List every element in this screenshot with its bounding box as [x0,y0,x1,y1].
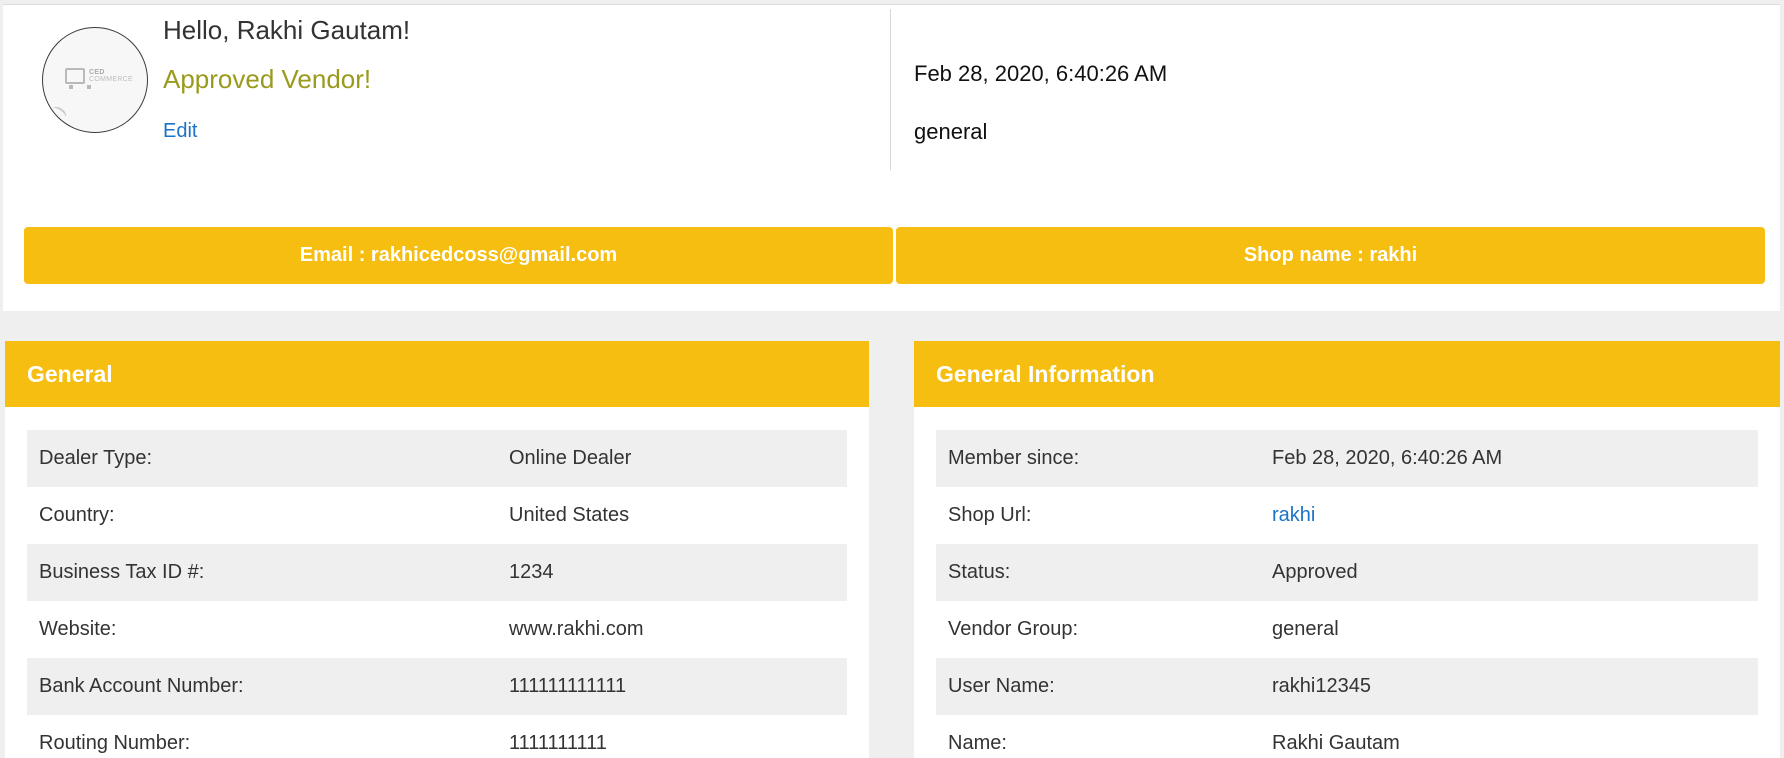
email-bar: Email : rakhicedcoss@gmail.com [24,227,893,284]
row-label: Website: [39,618,117,640]
row-value: Online Dealer [509,447,632,469]
avatar-logo-text: CED COMMERCE [89,69,133,83]
vendor-dashboard: CED COMMERCE Hello, Rakhi Gautam! Approv… [0,0,1784,758]
info-row-member-since: Member since: Feb 28, 2020, 6:40:26 AM [936,430,1758,487]
shop-name-bar: Shop name : rakhi [896,227,1765,284]
row-label: Routing Number: [39,732,191,754]
info-row-name: Name: Rakhi Gautam [936,715,1758,758]
general-row-website: Website: www.rakhi.com [27,601,847,658]
info-row-shop-url: Shop Url: rakhi [936,487,1758,544]
avatar-logo-bottom: COMMERCE [89,76,134,83]
row-label: Member since: [948,447,1080,469]
row-value: Rakhi Gautam [1272,732,1400,754]
shop-url-link[interactable]: rakhi [1272,504,1315,527]
greeting: Hello, Rakhi Gautam! [163,15,411,45]
row-value: www.rakhi.com [509,618,644,640]
row-label: Dealer Type: [39,447,153,469]
general-panel-title: General [5,341,869,407]
row-label: Shop Url: [948,504,1032,526]
profile-card: CED COMMERCE Hello, Rakhi Gautam! Approv… [3,4,1780,311]
general-row-bank-account: Bank Account Number: 111111111111 [27,658,847,715]
info-row-vendor-group: Vendor Group: general [936,601,1758,658]
row-label: Status: [948,561,1011,583]
row-value: United States [509,504,630,526]
row-label: Country: [39,504,115,526]
edit-profile-link[interactable]: Edit [163,120,197,143]
avatar-logo-top: CED [89,69,105,76]
avatar: CED COMMERCE [42,27,148,133]
row-value: rakhi12345 [1272,675,1371,697]
vendor-group: general [914,119,988,144]
row-value: general [1272,618,1339,640]
general-panel: General Dealer Type: Online Dealer Count… [5,341,869,758]
info-row-status: Status: Approved [936,544,1758,601]
vendor-status: Approved Vendor! [163,64,372,94]
info-row-user-name: User Name: rakhi12345 [936,658,1758,715]
general-row-tax-id: Business Tax ID #: 1234 [27,544,847,601]
row-label: Bank Account Number: [39,675,244,697]
general-panel-body: Dealer Type: Online Dealer Country: Unit… [5,407,869,758]
swoosh-icon [49,104,69,122]
row-label: Name: [948,732,1007,754]
general-information-body: Member since: Feb 28, 2020, 6:40:26 AM S… [914,407,1780,758]
row-label: Vendor Group: [948,618,1079,640]
vertical-divider [890,9,891,170]
row-value: 111111111111 [509,675,627,697]
row-value: Approved [1272,561,1358,583]
joined-date: Feb 28, 2020, 6:40:26 AM [914,61,1168,86]
row-label: User Name: [948,675,1055,697]
general-row-country: Country: United States [27,487,847,544]
general-information-panel: General Information Member since: Feb 28… [914,341,1780,758]
row-value: 1234 [509,561,554,583]
general-row-routing-number: Routing Number: 1111111111 [27,715,847,758]
row-label: Business Tax ID #: [39,561,205,583]
row-value: Feb 28, 2020, 6:40:26 AM [1272,447,1503,469]
row-value: 1111111111 [509,732,607,754]
cart-icon [65,68,91,89]
general-information-title: General Information [914,341,1780,407]
general-row-dealer-type: Dealer Type: Online Dealer [27,430,847,487]
